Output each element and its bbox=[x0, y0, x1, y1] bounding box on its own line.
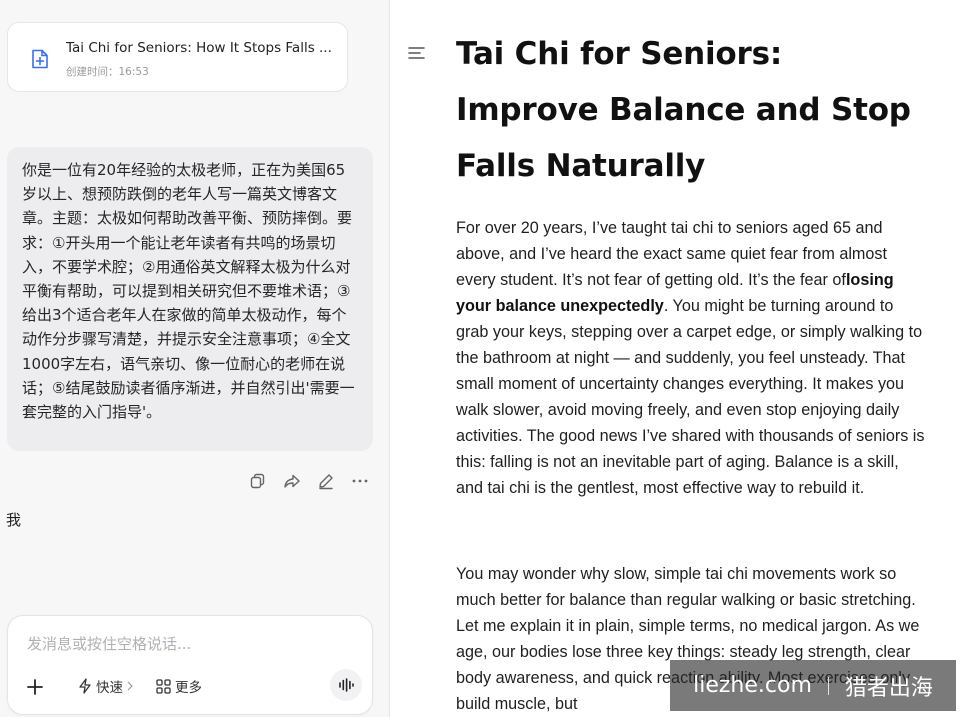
grid-icon bbox=[156, 678, 171, 694]
document-icon bbox=[32, 49, 48, 69]
chevron-right-icon bbox=[127, 681, 133, 691]
copy-icon[interactable] bbox=[249, 472, 267, 490]
fast-mode-button[interactable]: 快速 bbox=[78, 676, 133, 696]
watermark-divider bbox=[827, 676, 829, 695]
watermark-site: liezhe.com bbox=[693, 673, 812, 698]
document-card-title: Tai Chi for Seniors: How It Stops Falls … bbox=[66, 40, 332, 56]
document-view: Tai Chi for Seniors: Improve Balance and… bbox=[390, 0, 964, 717]
article-title: Tai Chi for Seniors: Improve Balance and… bbox=[456, 36, 911, 184]
sender-label: 我 bbox=[6, 511, 22, 529]
p1-text-end: . You might be turning around to grab yo… bbox=[456, 297, 925, 497]
article-paragraph-1: For over 20 years, I’ve taught tai chi t… bbox=[456, 215, 926, 501]
user-prompt-message: 你是一位有20年经验的太极老师，正在为美国65岁以上、想预防跌倒的老年人写一篇英… bbox=[7, 147, 373, 451]
plus-icon[interactable] bbox=[26, 678, 44, 696]
more-options-icon[interactable] bbox=[351, 472, 369, 490]
edit-icon[interactable] bbox=[317, 472, 335, 490]
message-composer[interactable]: 发消息或按住空格说话... 快速 更多 bbox=[7, 615, 373, 715]
lightning-icon bbox=[79, 678, 91, 694]
chat-panel: Tai Chi for Seniors: How It Stops Falls … bbox=[0, 0, 390, 717]
more-tools-button[interactable]: 更多 bbox=[156, 676, 202, 696]
voice-wave-icon bbox=[339, 678, 354, 692]
message-input[interactable]: 发消息或按住空格说话... bbox=[27, 633, 191, 654]
watermark: liezhe.com 猎者出海 bbox=[670, 660, 956, 711]
fast-mode-label: 快速 bbox=[96, 680, 123, 696]
share-icon[interactable] bbox=[283, 472, 301, 490]
message-actions bbox=[249, 472, 369, 490]
document-card-created-time: 创建时间：16:53 bbox=[66, 66, 149, 78]
outline-menu-icon[interactable] bbox=[408, 46, 425, 60]
p1-text-start: For over 20 years, I’ve taught tai chi t… bbox=[456, 219, 888, 289]
more-tools-label: 更多 bbox=[175, 680, 202, 696]
voice-input-button[interactable] bbox=[330, 669, 362, 701]
document-card[interactable]: Tai Chi for Seniors: How It Stops Falls … bbox=[7, 22, 348, 92]
watermark-brand: 猎者出海 bbox=[844, 675, 933, 701]
